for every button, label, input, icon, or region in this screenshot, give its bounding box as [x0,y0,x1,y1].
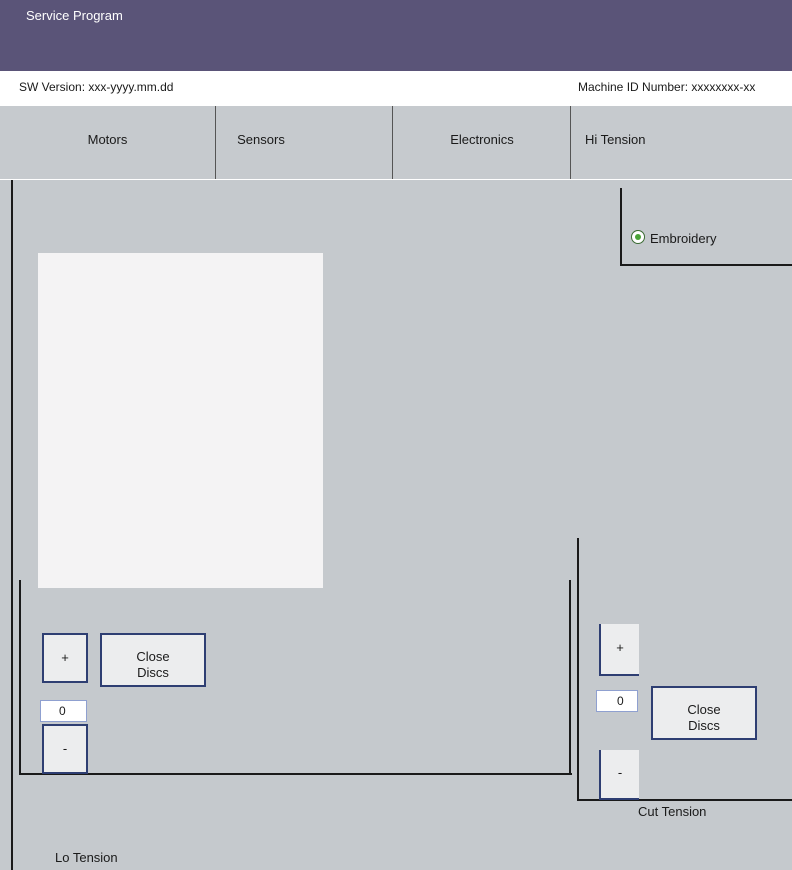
tab-electronics[interactable]: Electronics [393,106,571,179]
tab-divider [570,106,571,179]
lo-tension-plus-button[interactable]: + [42,633,88,683]
lo-tension-frame-bottom [19,773,572,775]
tab-motors[interactable]: Motors [0,106,215,179]
mode-frame-left [620,188,622,266]
cut-tension-label: Cut Tension [638,804,707,819]
cut-tension-value-field[interactable]: 0 [596,690,638,712]
embroidery-label: Embroidery [650,231,717,246]
embroidery-radio[interactable] [631,230,645,244]
lo-tension-frame-right [569,580,571,775]
cut-tension-minus-button[interactable]: - [599,750,639,800]
display-area [38,253,323,588]
tab-sensors[interactable]: Sensors [216,106,306,179]
lo-tension-close-discs-button[interactable]: Close Discs [100,633,206,687]
lo-tension-minus-button[interactable]: - [42,724,88,774]
machine-id-text: Machine ID Number: xxxxxxxx-xx [578,80,756,94]
lo-tension-frame-left [19,580,21,775]
panel-left-border [11,180,13,870]
mode-frame-bottom [620,264,792,266]
lo-tension-value-field[interactable]: 0 [40,700,87,722]
window-title: Service Program [26,8,123,23]
cut-tension-close-discs-button[interactable]: Close Discs [651,686,757,740]
cut-tension-plus-button[interactable]: + [599,624,639,676]
lo-tension-label: Lo Tension [55,850,118,865]
cut-tension-frame-left [577,538,579,801]
sw-version-text: SW Version: xxx-yyyy.mm.dd [19,80,174,94]
tab-hi-tension[interactable]: Hi Tension [585,106,792,179]
